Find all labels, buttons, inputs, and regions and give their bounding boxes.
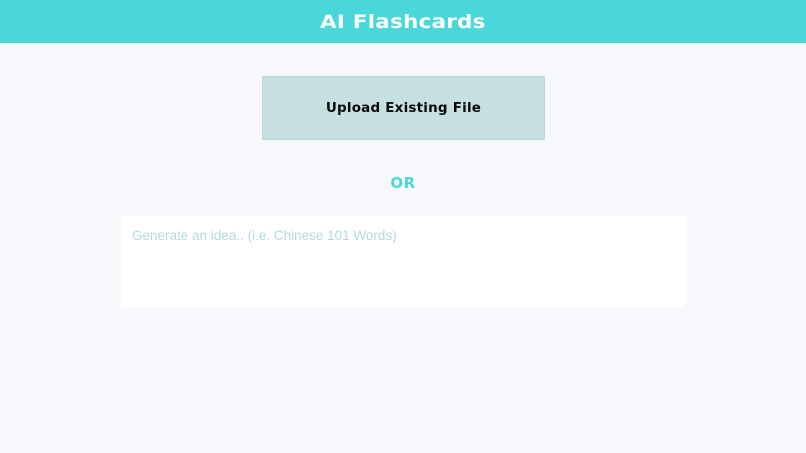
upload-button-label: Upload Existing File [325,100,482,116]
or-separator: OR [390,174,416,192]
generate-idea-input[interactable] [121,216,686,307]
upload-existing-file-button[interactable]: Upload Existing File [262,76,545,140]
app-header: AI Flashcards [0,0,806,43]
app-title: AI Flashcards [320,10,486,33]
